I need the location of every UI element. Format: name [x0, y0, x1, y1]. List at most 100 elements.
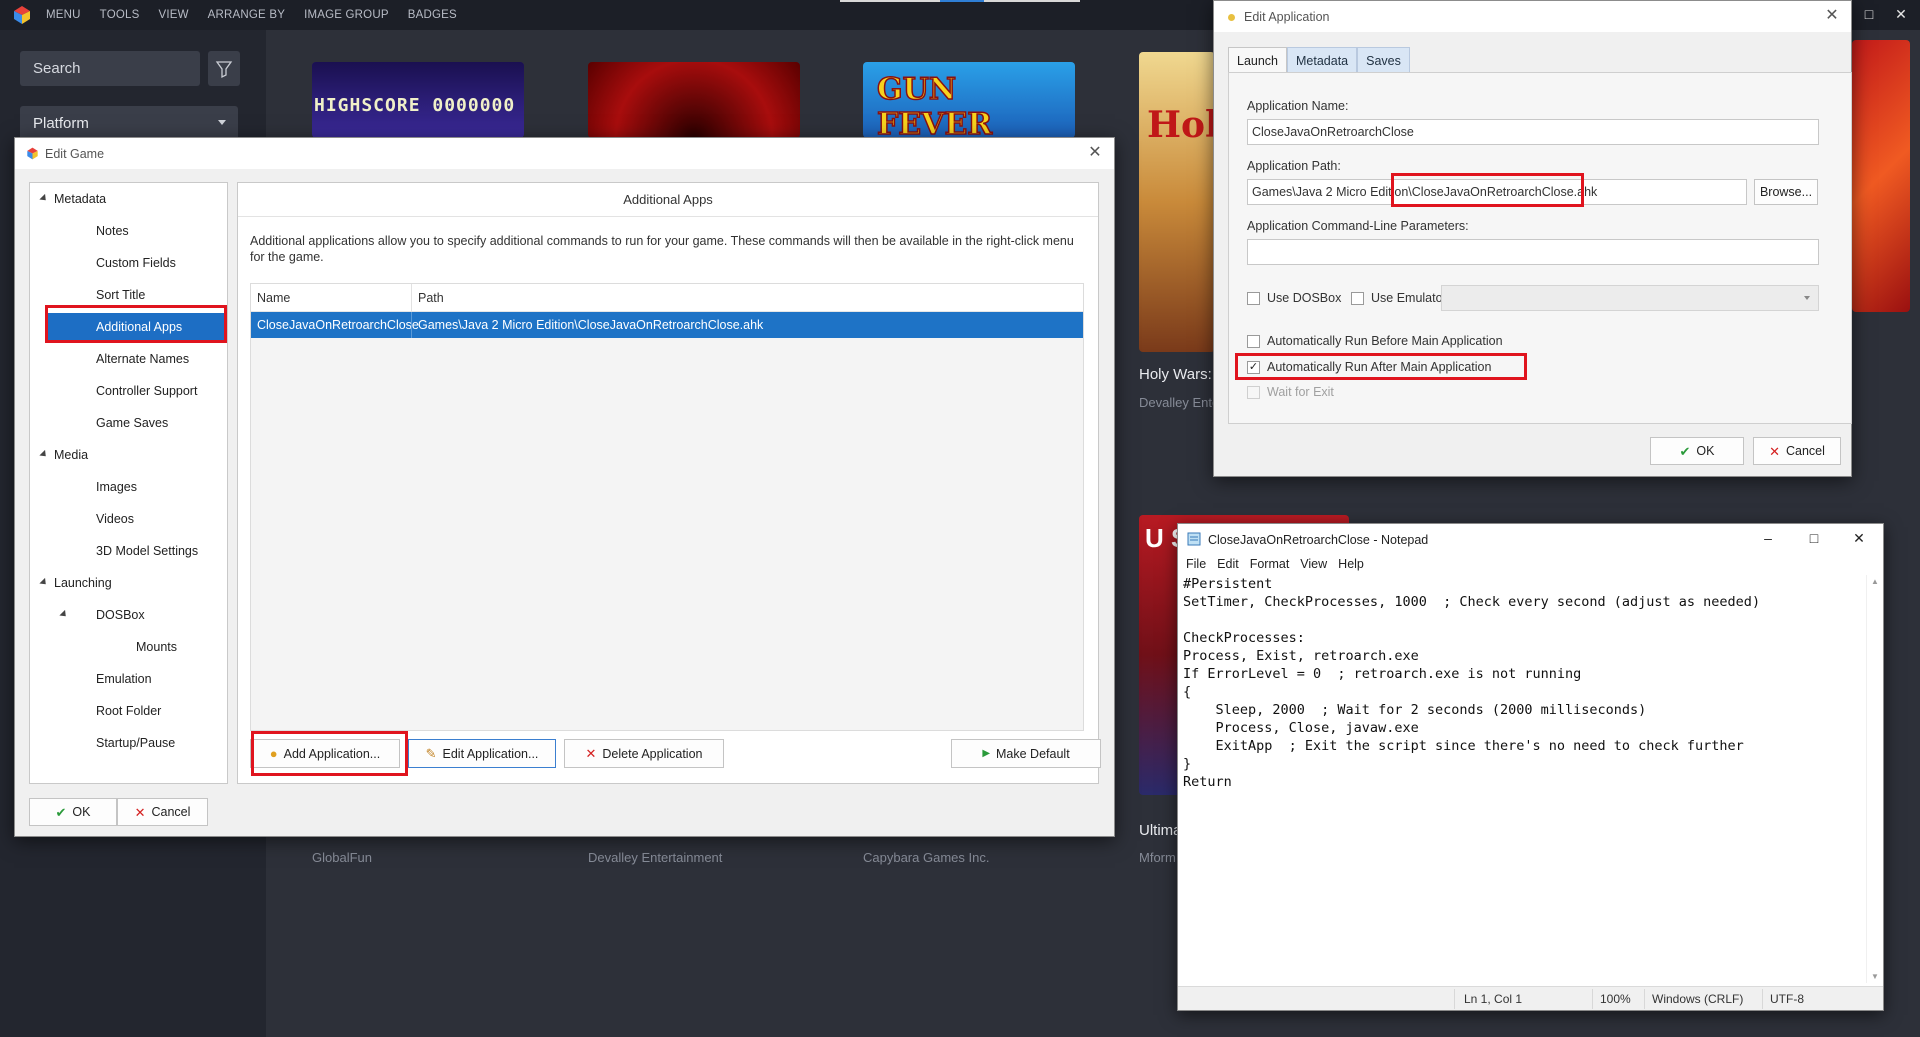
checkmark-icon: ✔ [1679, 443, 1691, 459]
tree-item-alternate-names[interactable]: Alternate Names [30, 345, 226, 373]
scroll-down-icon[interactable]: ▼ [1871, 972, 1879, 981]
notepad-text-area[interactable]: #Persistent SetTimer, CheckProcesses, 10… [1183, 575, 1863, 791]
make-default-button[interactable]: ▶ Make Default [951, 739, 1101, 768]
tree-item-controller-support[interactable]: Controller Support [30, 377, 226, 405]
tree-item-videos[interactable]: Videos [30, 505, 226, 533]
tree-item-label: Metadata [54, 192, 107, 206]
menu-item-edit[interactable]: Edit [1217, 557, 1239, 574]
tree-item-media[interactable]: Media [30, 441, 226, 469]
game-tile-text: GUN FEVER [876, 71, 993, 138]
run-before-checkbox[interactable] [1247, 335, 1260, 348]
cmdline-field[interactable] [1247, 239, 1819, 265]
menu-item-image-group[interactable]: IMAGE GROUP [304, 9, 389, 21]
menu-item-file[interactable]: File [1186, 557, 1206, 574]
use-emulator-checkbox[interactable] [1351, 292, 1364, 305]
notepad-statusbar: Ln 1, Col 1 100% Windows (CRLF) UTF-8 [1178, 986, 1883, 1010]
game-tile[interactable] [1852, 40, 1910, 312]
game-title: Ultima [1139, 822, 1182, 839]
expand-arrow-icon[interactable] [39, 449, 49, 460]
menu-item-arrange-by[interactable]: ARRANGE BY [208, 9, 285, 21]
menu-item-format[interactable]: Format [1250, 557, 1290, 574]
close-icon[interactable]: ✕ [1893, 6, 1909, 22]
tab-launch[interactable]: Launch [1228, 47, 1288, 74]
menu-item-view[interactable]: VIEW [158, 9, 188, 21]
tree-item-custom-fields[interactable]: Custom Fields [30, 249, 226, 277]
close-icon[interactable]: ✕ [1823, 7, 1841, 25]
filter-button[interactable] [208, 51, 240, 86]
run-after-label: Automatically Run After Main Application [1267, 360, 1492, 374]
cancel-button[interactable]: ✕ Cancel [117, 798, 208, 826]
app-path-field[interactable]: Games\Java 2 Micro Edition\CloseJavaOnRe… [1247, 179, 1747, 205]
tree-item-startup-pause[interactable]: Startup/Pause [30, 729, 226, 757]
additional-apps-table[interactable]: Name Path CloseJavaOnRetroarchClose Game… [250, 283, 1084, 731]
dialog-title: Edit Application [1244, 10, 1330, 24]
close-icon[interactable]: ✕ [1086, 144, 1104, 162]
scroll-up-icon[interactable]: ▲ [1871, 577, 1879, 586]
app-name-field[interactable]: CloseJavaOnRetroarchClose [1247, 119, 1819, 145]
tree-item-label: Game Saves [96, 416, 169, 430]
tree-item-root-folder[interactable]: Root Folder [30, 697, 226, 725]
tree-item-emulation[interactable]: Emulation [30, 665, 226, 693]
row-name: CloseJavaOnRetroarchClose [257, 318, 419, 332]
status-encoding: UTF-8 [1770, 992, 1804, 1006]
minimize-icon[interactable]: – [1759, 530, 1777, 546]
tree-item-3d-model-settings[interactable]: 3D Model Settings [30, 537, 226, 565]
maximize-icon[interactable]: □ [1805, 530, 1823, 546]
expand-arrow-icon[interactable] [59, 609, 69, 620]
run-after-checkbox[interactable]: ✓ [1247, 361, 1260, 374]
menu-item-view[interactable]: View [1300, 557, 1327, 574]
cancel-button[interactable]: ✕ Cancel [1753, 437, 1841, 465]
tab-metadata[interactable]: Metadata [1287, 47, 1358, 73]
filter-icon [215, 61, 233, 79]
delete-application-button[interactable]: ✕ Delete Application [564, 739, 724, 768]
ok-label: OK [1696, 444, 1715, 458]
tree-item-images[interactable]: Images [30, 473, 226, 501]
tree-item-dosbox[interactable]: DOSBox [30, 601, 226, 629]
tree-item-notes[interactable]: Notes [30, 217, 226, 245]
platform-dropdown[interactable]: Platform [20, 106, 238, 140]
tab-saves[interactable]: Saves [1357, 47, 1410, 73]
browse-button[interactable]: Browse... [1754, 179, 1818, 205]
tree-item-label: Custom Fields [96, 256, 176, 270]
ok-button[interactable]: ✔ OK [29, 798, 117, 826]
table-row[interactable]: CloseJavaOnRetroarchClose Games\Java 2 M… [251, 312, 1083, 338]
menu-item-menu[interactable]: MENU [46, 9, 81, 21]
game-developer: Capybara Games Inc. [863, 850, 990, 865]
tree-item-label: Root Folder [96, 704, 162, 718]
ok-button[interactable]: ✔ OK [1650, 437, 1744, 465]
vertical-scrollbar[interactable]: ▲ ▼ [1866, 575, 1883, 983]
wait-exit-checkbox[interactable] [1247, 386, 1260, 399]
game-tile-text: Hol [1147, 104, 1215, 146]
use-dosbox-checkbox[interactable] [1247, 292, 1260, 305]
search-input[interactable]: Search [20, 51, 200, 86]
menu-item-tools[interactable]: TOOLS [100, 9, 140, 21]
tree-item-game-saves[interactable]: Game Saves [30, 409, 226, 437]
tree-item-label: Launching [54, 576, 112, 590]
tree-item-launching[interactable]: Launching [30, 569, 226, 597]
game-tile[interactable]: GUN FEVER [863, 62, 1075, 138]
emulator-select[interactable] [1441, 285, 1819, 311]
progress-segment-active [940, 0, 984, 2]
delete-application-label: Delete Application [602, 746, 703, 761]
close-icon[interactable]: ✕ [1850, 530, 1868, 547]
game-tile[interactable]: HIGHSCORE 0000000 [312, 62, 524, 138]
column-header-path[interactable]: Path [418, 291, 444, 305]
game-tile[interactable]: Hol [1139, 52, 1215, 352]
tree-item-metadata[interactable]: Metadata [30, 185, 226, 213]
platform-label: Platform [33, 115, 89, 132]
menu-item-badges[interactable]: BADGES [408, 9, 457, 21]
row-path: Games\Java 2 Micro Edition\CloseJavaOnRe… [418, 318, 764, 332]
tree-item-mounts[interactable]: Mounts [30, 633, 226, 661]
menu-item-help[interactable]: Help [1338, 557, 1364, 574]
tree-item-additional-apps[interactable]: Additional Apps [46, 313, 226, 341]
tree-item-sort-title[interactable]: Sort Title [30, 281, 226, 309]
expand-arrow-icon[interactable] [39, 193, 49, 204]
add-application-button[interactable]: ● Add Application... [250, 739, 400, 768]
edit-game-dialog: Edit Game ✕ Metadata Notes Custom Fields So… [14, 137, 1115, 837]
edit-application-titlebar: Edit Application [1214, 1, 1851, 32]
maximize-icon[interactable]: □ [1861, 6, 1877, 22]
column-header-name[interactable]: Name [257, 291, 290, 305]
expand-arrow-icon[interactable] [39, 577, 49, 588]
edit-application-button[interactable]: ✎ Edit Application... [408, 739, 556, 768]
game-tile[interactable] [588, 62, 800, 138]
